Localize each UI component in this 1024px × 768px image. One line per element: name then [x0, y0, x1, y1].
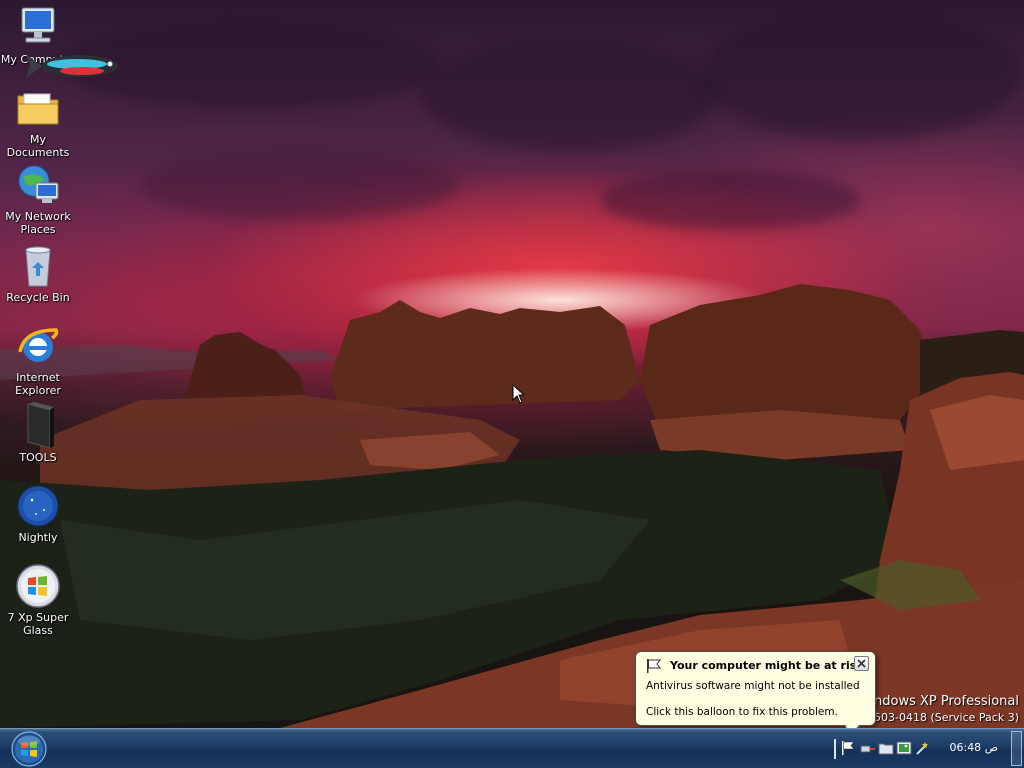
desktop-icon-label: 7 Xp Super Glass: [7, 611, 69, 637]
tools-box-icon: [27, 402, 54, 449]
network-icon[interactable]: [860, 740, 876, 756]
taskbar-clock[interactable]: 06:48 ص: [949, 741, 998, 754]
security-flag-icon[interactable]: [840, 740, 856, 756]
desktop-icon-label: My Network Places: [5, 210, 71, 236]
desktop-icon-nightly[interactable]: Nightly: [0, 482, 76, 544]
desktop-icon-label: Recycle Bin: [6, 291, 70, 304]
taskbar: 06:48 ص: [0, 728, 1024, 768]
canyon-landscape: [0, 284, 1024, 728]
picture-icon[interactable]: [896, 740, 912, 756]
desktop-icon-label: TOOLS: [19, 451, 57, 464]
desktop-icon-7-xp-super-glass[interactable]: 7 Xp Super Glass: [0, 562, 76, 637]
security-flag-icon: [647, 659, 661, 673]
system-tray: 06:48 ص: [830, 729, 1008, 768]
desktop-icon-my-network-places[interactable]: My Network Places: [0, 161, 76, 236]
mouse-cursor-icon: [512, 384, 524, 404]
network-globe-icon: [18, 165, 59, 203]
balloon-close-button[interactable]: [854, 656, 869, 671]
windows-start-orb-icon[interactable]: [9, 731, 49, 767]
windows-orb-icon: [16, 564, 60, 608]
recycle-bin-icon: [25, 246, 51, 287]
internet-explorer-icon: [18, 328, 59, 362]
desktop-icon-label: My Documents: [6, 133, 70, 159]
desktop-wallpaper[interactable]: [0, 0, 1024, 728]
desktop-icon-label: Nightly: [18, 531, 58, 544]
magic-wand-icon[interactable]: [914, 740, 930, 756]
desktop-icon-tools[interactable]: TOOLS: [0, 402, 76, 464]
folder-icon[interactable]: [878, 740, 894, 756]
desktop-icon-recycle-bin[interactable]: Recycle Bin: [0, 242, 76, 304]
balloon-action-text[interactable]: Click this balloon to fix this problem.: [646, 706, 838, 718]
folder-icon: [17, 93, 59, 125]
balloon-title: Your computer might be at risk: [670, 659, 864, 672]
firefox-nightly-icon: [17, 485, 59, 527]
tray-divider: [834, 739, 836, 759]
desktop-icon-internet-explorer[interactable]: Internet Explorer: [0, 322, 76, 397]
desktop-icon-label: Internet Explorer: [15, 371, 61, 397]
balloon-message: Antivirus software might not be installe…: [646, 680, 860, 692]
show-desktop-button[interactable]: [1011, 731, 1022, 766]
desktop-icon-my-documents[interactable]: My Documents: [0, 84, 76, 159]
close-icon: [857, 659, 866, 668]
security-alert-balloon[interactable]: Your computer might be at risk Antivirus…: [635, 651, 876, 737]
